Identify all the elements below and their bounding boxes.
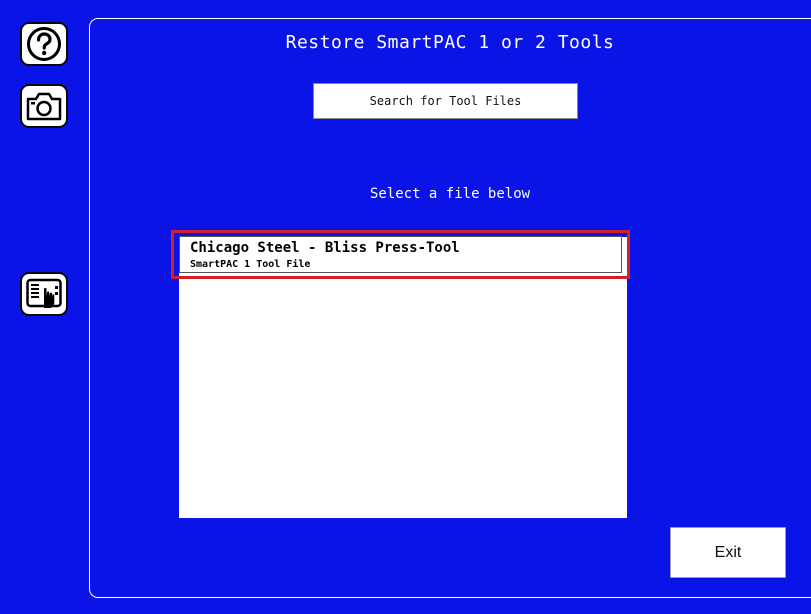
file-list[interactable] — [179, 237, 627, 518]
exit-button[interactable]: Exit — [670, 527, 786, 578]
file-name: Chicago Steel - Bliss Press-Tool — [190, 240, 460, 256]
select-file-prompt: Select a file below — [369, 186, 531, 202]
touchscreen-button[interactable] — [20, 272, 68, 316]
touchscreen-hand-icon — [26, 278, 62, 308]
help-button[interactable] — [20, 22, 68, 66]
camera-icon — [26, 92, 62, 121]
search-tool-files-button[interactable]: Search for Tool Files — [313, 83, 578, 119]
file-type: SmartPAC 1 Tool File — [190, 259, 311, 270]
file-list-item[interactable]: Chicago Steel - Bliss Press-Tool SmartPA… — [171, 230, 630, 279]
page-title: Restore SmartPAC 1 or 2 Tools — [285, 32, 615, 53]
file-list-item-body: Chicago Steel - Bliss Press-Tool SmartPA… — [179, 236, 622, 273]
question-circle-icon — [27, 27, 61, 61]
screenshot-button[interactable] — [20, 84, 68, 128]
